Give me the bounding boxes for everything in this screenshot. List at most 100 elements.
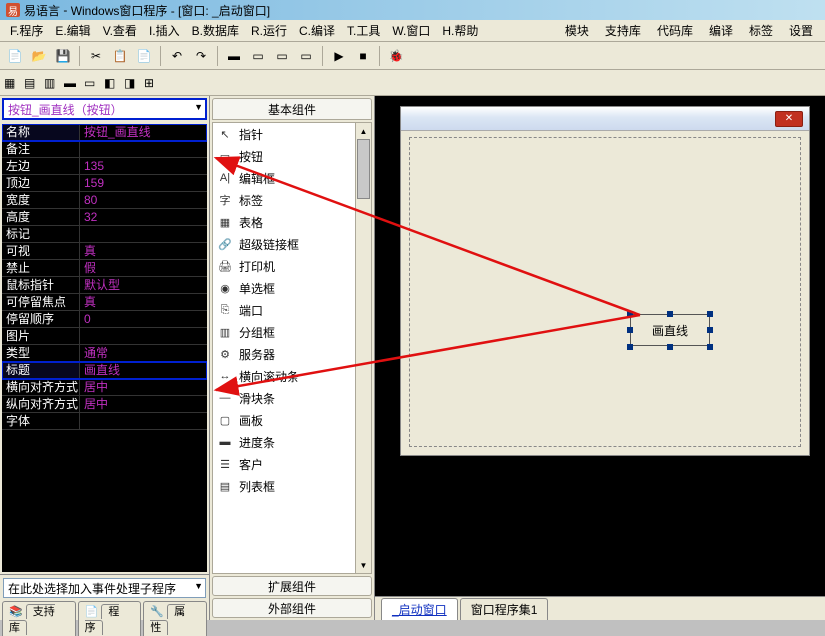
al2-icon[interactable]: ▤ bbox=[24, 76, 38, 90]
prop-row-name[interactable]: 名称按钮_画直线 bbox=[2, 124, 207, 141]
al8-icon[interactable]: ⊞ bbox=[144, 76, 158, 90]
menu-label[interactable]: 标签 bbox=[741, 20, 781, 41]
menu-help[interactable]: H.帮助 bbox=[436, 20, 484, 41]
tb-align2[interactable]: ▭ bbox=[247, 45, 269, 67]
menu-insert[interactable]: I.插入 bbox=[143, 20, 186, 41]
comp-edit[interactable]: A|编辑框 bbox=[213, 167, 371, 189]
doc-tab-programset[interactable]: 窗口程序集1 bbox=[460, 598, 549, 620]
prop-row-cursor[interactable]: 鼠标指针默认型 bbox=[2, 277, 207, 294]
prop-row-visible[interactable]: 可视真 bbox=[2, 243, 207, 260]
al5-icon[interactable]: ▭ bbox=[84, 76, 98, 90]
sel-handle[interactable] bbox=[707, 311, 713, 317]
prop-row-taborder[interactable]: 停留顺序0 bbox=[2, 311, 207, 328]
prop-row-height[interactable]: 高度32 bbox=[2, 209, 207, 226]
sel-handle[interactable] bbox=[627, 311, 633, 317]
comp-scrollbar[interactable]: ▲ ▼ bbox=[355, 123, 371, 573]
tb-cut[interactable]: ✂ bbox=[85, 45, 107, 67]
scroll-down-icon[interactable]: ▼ bbox=[356, 557, 371, 573]
menu-compile[interactable]: C.编译 bbox=[293, 20, 341, 41]
menu-settings[interactable]: 设置 bbox=[781, 20, 821, 41]
scroll-thumb[interactable] bbox=[357, 139, 370, 199]
comp-hscroll[interactable]: ↔横向滚动条 bbox=[213, 365, 371, 387]
component-tab-external[interactable]: 外部组件 bbox=[212, 598, 372, 618]
menu-tools[interactable]: T.工具 bbox=[341, 20, 386, 41]
comp-link[interactable]: 🔗超级链接框 bbox=[213, 233, 371, 255]
menu-window[interactable]: W.窗口 bbox=[386, 20, 436, 41]
comp-client[interactable]: ☰客户 bbox=[213, 453, 371, 475]
prop-row-image[interactable]: 图片 bbox=[2, 328, 207, 345]
prop-row-top[interactable]: 顶边159 bbox=[2, 175, 207, 192]
comp-progress[interactable]: ▬进度条 bbox=[213, 431, 371, 453]
tb-debug[interactable]: 🐞 bbox=[385, 45, 407, 67]
sel-handle[interactable] bbox=[667, 311, 673, 317]
comp-group[interactable]: ▥分组框 bbox=[213, 321, 371, 343]
component-tab-basic[interactable]: 基本组件 bbox=[212, 98, 372, 120]
tb-run[interactable]: ▶ bbox=[328, 45, 350, 67]
tb-align4[interactable]: ▭ bbox=[295, 45, 317, 67]
menu-run[interactable]: R.运行 bbox=[245, 20, 293, 41]
sel-handle[interactable] bbox=[627, 327, 633, 333]
comp-table[interactable]: ▦表格 bbox=[213, 211, 371, 233]
left-tab-property[interactable]: 🔧 属性 bbox=[143, 601, 207, 636]
menu-compile2[interactable]: 编译 bbox=[701, 20, 741, 41]
prop-row-caption[interactable]: 标题画直线 bbox=[2, 362, 207, 379]
menu-codelib[interactable]: 代码库 bbox=[649, 20, 701, 41]
menu-database[interactable]: B.数据库 bbox=[186, 20, 245, 41]
comp-canvas[interactable]: ▢画板 bbox=[213, 409, 371, 431]
menu-lib[interactable]: 支持库 bbox=[597, 20, 649, 41]
prop-row-type[interactable]: 类型通常 bbox=[2, 345, 207, 362]
comp-button[interactable]: ▭按钮 bbox=[213, 145, 371, 167]
comp-pointer[interactable]: ↖指针 bbox=[213, 123, 371, 145]
al4-icon[interactable]: ▬ bbox=[64, 76, 78, 90]
left-tab-program[interactable]: 📄 程序 bbox=[78, 601, 142, 636]
prop-row-tag[interactable]: 标记 bbox=[2, 226, 207, 243]
al7-icon[interactable]: ◨ bbox=[124, 76, 138, 90]
tb-new[interactable]: 📄 bbox=[4, 45, 26, 67]
button-control[interactable]: 画直线 bbox=[630, 314, 710, 346]
form-window[interactable]: ✕ 画直线 bbox=[400, 106, 810, 456]
form-titlebar[interactable]: ✕ bbox=[401, 107, 809, 131]
doc-tab-startup[interactable]: _启动窗口 bbox=[381, 598, 458, 620]
form-designer[interactable]: ✕ 画直线 bbox=[375, 96, 825, 596]
sel-handle[interactable] bbox=[667, 344, 673, 350]
comp-slider[interactable]: —滑块条 bbox=[213, 387, 371, 409]
al6-icon[interactable]: ◧ bbox=[104, 76, 118, 90]
tb-align1[interactable]: ▬ bbox=[223, 45, 245, 67]
prop-row-font[interactable]: 字体 bbox=[2, 413, 207, 430]
prop-row-width[interactable]: 宽度80 bbox=[2, 192, 207, 209]
comp-port[interactable]: ⎘端口 bbox=[213, 299, 371, 321]
scroll-up-icon[interactable]: ▲ bbox=[356, 123, 371, 139]
al1-icon[interactable]: ▦ bbox=[4, 76, 18, 90]
tb-redo[interactable]: ↷ bbox=[190, 45, 212, 67]
comp-radio[interactable]: ◉单选框 bbox=[213, 277, 371, 299]
tb-undo[interactable]: ↶ bbox=[166, 45, 188, 67]
comp-listbox[interactable]: ▤列表框 bbox=[213, 475, 371, 497]
tb-stop[interactable]: ■ bbox=[352, 45, 374, 67]
tb-open[interactable]: 📂 bbox=[28, 45, 50, 67]
menu-edit[interactable]: E.编辑 bbox=[49, 20, 96, 41]
comp-printer[interactable]: 🖨打印机 bbox=[213, 255, 371, 277]
prop-row-note[interactable]: 备注 bbox=[2, 141, 207, 158]
menu-module[interactable]: 模块 bbox=[557, 20, 597, 41]
comp-label[interactable]: 字标签 bbox=[213, 189, 371, 211]
sel-handle[interactable] bbox=[707, 327, 713, 333]
sel-handle[interactable] bbox=[707, 344, 713, 350]
form-client[interactable]: 画直线 bbox=[409, 137, 801, 447]
menu-view[interactable]: V.查看 bbox=[97, 20, 143, 41]
left-tab-support[interactable]: 📚 支持库 bbox=[2, 601, 76, 636]
menu-program[interactable]: F.程序 bbox=[4, 20, 49, 41]
component-tab-expand[interactable]: 扩展组件 bbox=[212, 576, 372, 596]
prop-row-halign[interactable]: 横向对齐方式居中 bbox=[2, 379, 207, 396]
al3-icon[interactable]: ▥ bbox=[44, 76, 58, 90]
prop-row-left[interactable]: 左边135 bbox=[2, 158, 207, 175]
close-icon[interactable]: ✕ bbox=[775, 111, 803, 127]
object-selector[interactable]: 按钮_画直线（按钮） bbox=[2, 98, 207, 120]
tb-align3[interactable]: ▭ bbox=[271, 45, 293, 67]
tb-paste[interactable]: 📄 bbox=[133, 45, 155, 67]
tb-save[interactable]: 💾 bbox=[52, 45, 74, 67]
tb-copy[interactable]: 📋 bbox=[109, 45, 131, 67]
comp-server[interactable]: ⚙服务器 bbox=[213, 343, 371, 365]
sel-handle[interactable] bbox=[627, 344, 633, 350]
event-combo[interactable]: 在此处选择加入事件处理子程序 bbox=[3, 578, 206, 598]
prop-row-valign[interactable]: 纵向对齐方式居中 bbox=[2, 396, 207, 413]
